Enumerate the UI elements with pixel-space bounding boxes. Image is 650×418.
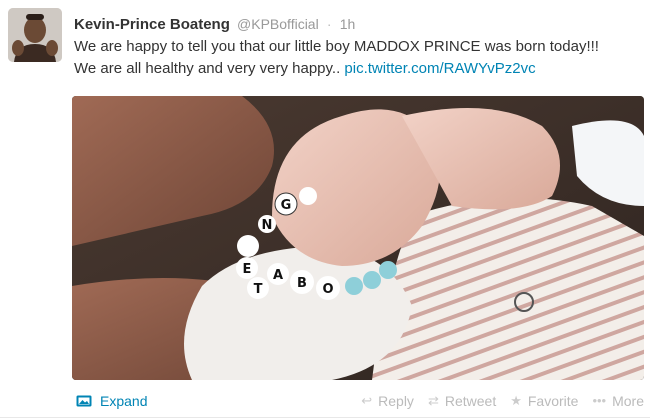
- bracelet-letter-t: T: [254, 282, 263, 297]
- reply-icon: ↩: [361, 393, 373, 408]
- media-link[interactable]: pic.twitter.com/RAWYvPz2vc: [344, 60, 535, 77]
- separator-dot: ·: [326, 16, 332, 32]
- avatar-image: [8, 8, 62, 62]
- tweet-actions: Expand ↩ Reply ⇄ Retweet ★ Favorite ••• …: [0, 388, 650, 414]
- favorite-button[interactable]: ★ Favorite: [510, 388, 578, 414]
- baby-photo: B O A T E N G: [72, 96, 644, 380]
- more-icon: •••: [592, 393, 607, 408]
- bracelet-letter-e: E: [243, 262, 252, 277]
- tweet-timestamp[interactable]: 1h: [340, 16, 356, 32]
- bracelet-letter-o: O: [322, 282, 333, 297]
- bracelet-letter-b: B: [297, 276, 307, 291]
- retweet-icon: ⇄: [427, 393, 439, 408]
- more-button[interactable]: ••• More: [592, 388, 644, 414]
- bracelet-letter-g: G: [281, 198, 292, 213]
- user-fullname[interactable]: Kevin-Prince Boateng: [74, 16, 230, 33]
- reply-label: Reply: [378, 393, 414, 409]
- expand-label: Expand: [100, 393, 148, 409]
- tweet-photo[interactable]: B O A T E N G: [72, 96, 644, 380]
- user-handle[interactable]: @KPBofficial: [237, 16, 319, 32]
- photo-icon: [76, 395, 92, 407]
- star-icon: ★: [510, 393, 522, 408]
- tweet-card[interactable]: Kevin-Prince Boateng @KPBofficial · 1h W…: [0, 0, 650, 418]
- tweet-header: Kevin-Prince Boateng @KPBofficial · 1h: [74, 15, 355, 34]
- favorite-label: Favorite: [527, 393, 579, 409]
- tweet-text-line-2-prefix: We are all healthy and very very happy..: [74, 60, 345, 77]
- tweet-text-line-1: We are happy to tell you that our little…: [74, 38, 599, 55]
- action-buttons: ↩ Reply ⇄ Retweet ★ Favorite ••• More: [361, 388, 644, 414]
- expand-button[interactable]: Expand: [76, 388, 147, 414]
- retweet-button[interactable]: ⇄ Retweet: [428, 388, 496, 414]
- bracelet-letter-a: A: [273, 268, 283, 283]
- more-label: More: [612, 393, 644, 409]
- tweet-text: We are happy to tell you that our little…: [74, 36, 640, 80]
- tweet-text-line-2: We are all healthy and very very happy..…: [74, 58, 640, 80]
- retweet-label: Retweet: [444, 393, 497, 409]
- avatar[interactable]: [8, 8, 62, 62]
- bracelet-letter-n: N: [262, 218, 273, 233]
- reply-button[interactable]: ↩ Reply: [361, 388, 414, 414]
